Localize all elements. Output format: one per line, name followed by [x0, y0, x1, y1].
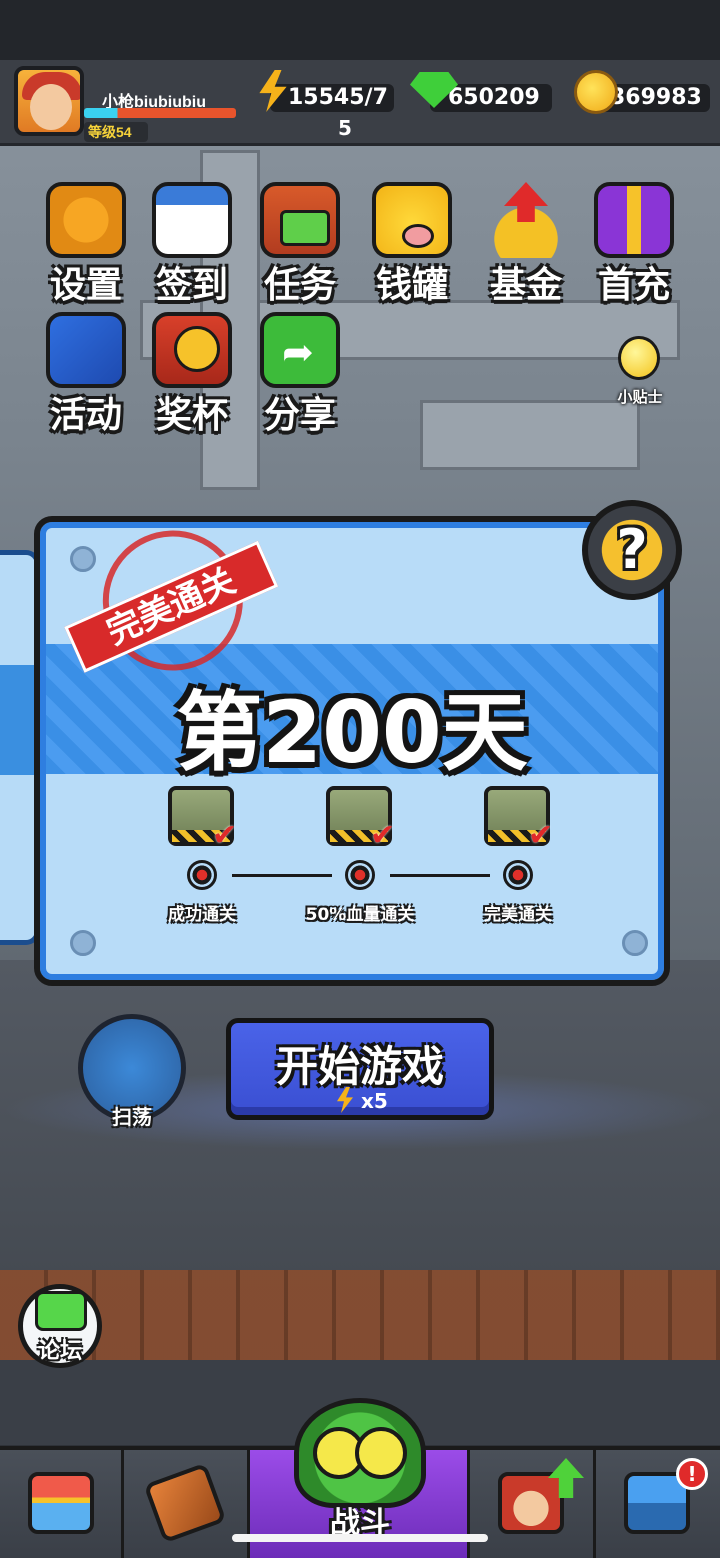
nav-tab-shop[interactable]	[0, 1450, 124, 1558]
lightbulb-icon	[618, 336, 660, 380]
forum-button[interactable]: 论坛	[18, 1284, 102, 1368]
energy-counter-overflow: 5	[338, 116, 352, 140]
xp-bar-fill	[84, 108, 236, 118]
goal-half-hp: ✔ 50%血量通关	[290, 786, 430, 936]
level-title: 第200天	[176, 683, 528, 783]
shop-icon	[28, 1472, 94, 1534]
zombie-battle-icon[interactable]	[294, 1398, 426, 1508]
gift-box-icon	[594, 182, 674, 258]
menu-first-recharge-label: 首充	[597, 265, 670, 306]
menu-fund-label: 基金	[489, 265, 562, 306]
nav-tab-weapons[interactable]	[124, 1450, 250, 1558]
menu-tasks-label: 任务	[263, 265, 336, 306]
goal-marker-icon	[187, 860, 217, 890]
share-icon	[260, 312, 340, 388]
sweep-label: 扫荡	[112, 1105, 152, 1129]
background-pipe	[420, 400, 640, 470]
start-game-label: 开始游戏	[275, 1042, 444, 1091]
menu-checkin[interactable]: 签到	[142, 182, 242, 306]
menu-settings-label: 设置	[49, 265, 122, 306]
goal-perfect: ✔ 完美通关	[448, 786, 588, 936]
forum-label: 论坛	[37, 1339, 82, 1364]
fund-arrow-icon	[486, 182, 566, 258]
menu-piggy-bank-label: 钱罐	[375, 265, 448, 306]
start-game-cost: x5	[361, 1089, 388, 1113]
check-icon: ✔	[370, 818, 396, 853]
coin-icon	[574, 70, 618, 114]
goal-marker-icon	[503, 860, 533, 890]
check-icon: ✔	[528, 818, 554, 853]
menu-events[interactable]: 活动	[36, 312, 136, 436]
card-rivet	[70, 546, 96, 572]
hero-icon	[498, 1472, 564, 1534]
tips-label: 小贴士	[617, 388, 663, 406]
menu-piggy-bank[interactable]: 钱罐	[362, 182, 462, 306]
check-icon: ✔	[212, 818, 238, 853]
menu-first-recharge[interactable]: 首充	[584, 182, 684, 306]
xp-bar	[84, 108, 236, 118]
goal-label: 完美通关	[484, 905, 552, 925]
background-brick-wall	[0, 1270, 720, 1360]
avatar-face	[30, 84, 72, 130]
player-level: 等级54	[84, 122, 148, 142]
energy-counter[interactable]: 15545/7	[270, 84, 394, 112]
quest-board-icon	[260, 182, 340, 258]
card-rivet	[622, 930, 648, 956]
gun-icon	[143, 1462, 227, 1544]
trophy-icon	[152, 312, 232, 388]
menu-events-label: 活动	[49, 395, 122, 436]
menu-fund[interactable]: 基金	[476, 182, 576, 306]
home-indicator[interactable]	[232, 1534, 488, 1542]
calendar-icon	[152, 182, 232, 258]
gear-icon	[46, 182, 126, 258]
goal-clear: ✔ 成功通关	[132, 786, 272, 936]
menu-trophy-label: 奖杯	[155, 395, 228, 436]
menu-trophy[interactable]: 奖杯	[142, 312, 242, 436]
menu-share-label: 分享	[263, 395, 336, 436]
goal-marker-icon	[345, 860, 375, 890]
menu-settings[interactable]: 设置	[36, 182, 136, 306]
tips-button[interactable]: 小贴士	[600, 330, 680, 410]
card-rivet	[70, 930, 96, 956]
sweep-button[interactable]: 扫荡	[78, 1014, 186, 1129]
help-button[interactable]: ?	[582, 500, 682, 600]
menu-share[interactable]: 分享	[250, 312, 350, 436]
forum-mascot-icon	[35, 1291, 87, 1331]
start-game-button[interactable]: 开始游戏 x5	[226, 1018, 494, 1120]
menu-checkin-label: 签到	[155, 265, 228, 306]
player-avatar[interactable]	[14, 66, 84, 136]
megaphone-icon	[46, 312, 126, 388]
goal-label: 成功通关	[168, 905, 236, 925]
goal-label: 50%血量通关	[305, 905, 415, 925]
menu-tasks[interactable]: 任务	[250, 182, 350, 306]
alert-badge: !	[676, 1458, 708, 1490]
nav-tab-heroes[interactable]	[470, 1450, 596, 1558]
previous-card-stripe	[0, 665, 35, 775]
piggy-bank-icon	[372, 182, 452, 258]
top-safe-area	[0, 0, 720, 60]
